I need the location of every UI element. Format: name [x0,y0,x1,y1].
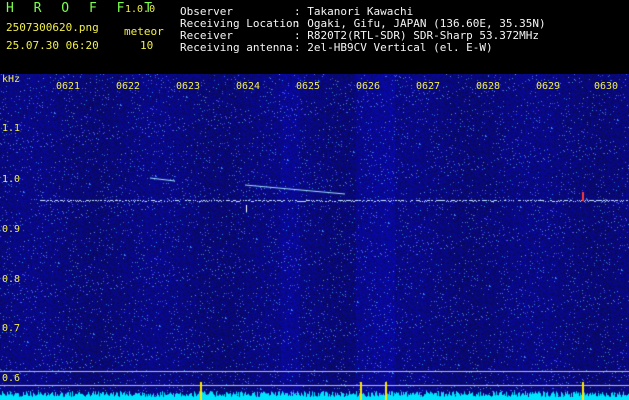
file-name: 2507300620.png [6,21,99,34]
time-tick: 0627 [416,81,441,92]
time-tick: 0629 [536,81,561,92]
time-tick: 0630 [594,81,619,92]
freq-tick: 0.9 [2,224,21,235]
time-tick: 0626 [356,81,381,92]
time-tick: 0628 [476,81,501,92]
freq-tick: 0.6 [2,373,21,384]
app-version: 1.0.0 [125,4,156,15]
time-tick: 0622 [116,81,141,92]
freq-tick: 1.0 [2,174,21,185]
date-time: 25.07.30 06:20 [6,39,99,52]
time-tick: 0624 [236,81,261,92]
spectrogram [0,74,629,400]
freq-tick: 0.8 [2,274,21,285]
freq-tick: 1.1 [2,123,21,134]
time-tick: 0621 [56,81,81,92]
meteor-count: 10 [140,39,154,52]
info-value-antenna: : 2el-HB9CV Vertical (el. E-W) [294,41,493,54]
header-panel: H R O F F T 1.0.0 2507300620.png 25.07.3… [0,0,629,74]
freq-tick: 0.7 [2,323,21,334]
time-tick: 0625 [296,81,321,92]
time-tick: 0623 [176,81,201,92]
meteor-label: meteor [124,25,164,38]
axis-unit-label: kHz [2,74,21,85]
info-label-antenna: Receiving antenna [180,41,293,54]
